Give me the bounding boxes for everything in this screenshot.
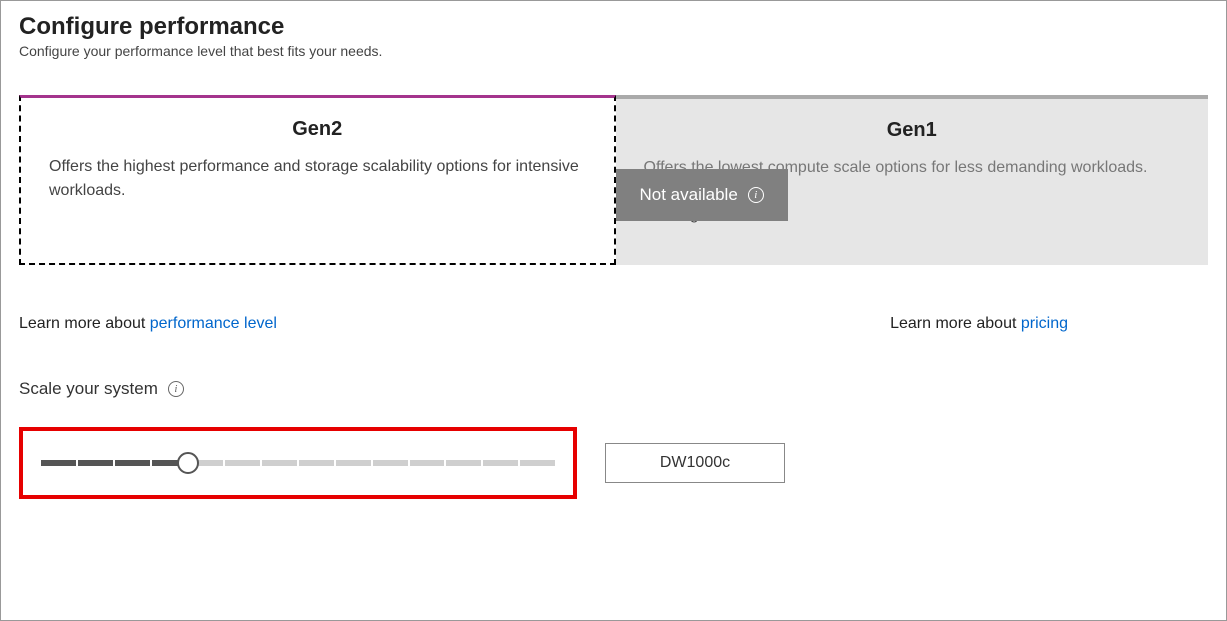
slider-segment: [520, 460, 555, 466]
tab-gen2-title: Gen2: [49, 118, 586, 141]
learn-pricing-prefix: Learn more about: [890, 315, 1021, 332]
scale-label: Scale your system: [19, 379, 158, 399]
learn-more-performance: Learn more about performance level: [19, 315, 277, 333]
learn-perf-prefix: Learn more about: [19, 315, 150, 332]
slider-segment: [78, 460, 113, 466]
slider-segment: [446, 460, 481, 466]
slider-segment: [262, 460, 297, 466]
learn-more-row: Learn more about performance level Learn…: [19, 315, 1208, 333]
scale-label-row: Scale your system: [19, 379, 1208, 399]
scale-slider[interactable]: [41, 459, 555, 467]
slider-segment: [299, 460, 334, 466]
scale-row: DW1000c: [19, 427, 1208, 499]
info-icon[interactable]: [168, 381, 184, 397]
not-available-overlay: Not available: [616, 169, 788, 221]
performance-level-link[interactable]: performance level: [150, 315, 277, 332]
page-title: Configure performance: [19, 13, 1208, 41]
tab-gen2-desc: Offers the highest performance and stora…: [49, 155, 586, 203]
slider-segment: [115, 460, 150, 466]
page-subtitle: Configure your performance level that be…: [19, 43, 1208, 59]
slider-segment: [41, 460, 76, 466]
tab-gen1-title: Gen1: [644, 119, 1181, 142]
info-icon[interactable]: [748, 187, 764, 203]
scale-value: DW1000c: [605, 443, 785, 483]
performance-tabs: Gen2 Offers the highest performance and …: [19, 95, 1208, 265]
slider-segment: [483, 460, 518, 466]
tab-gen2[interactable]: Gen2 Offers the highest performance and …: [19, 95, 616, 265]
pricing-link[interactable]: pricing: [1021, 315, 1068, 332]
not-available-label: Not available: [640, 185, 738, 205]
slider-segment: [410, 460, 445, 466]
slider-segment: [225, 460, 260, 466]
scale-slider-highlight: [19, 427, 577, 499]
slider-segment: [336, 460, 371, 466]
learn-more-pricing: Learn more about pricing: [890, 315, 1068, 333]
tab-gen1: Gen1 Offers the lowest compute scale opt…: [616, 95, 1209, 265]
slider-segment: [373, 460, 408, 466]
slider-handle[interactable]: [177, 452, 199, 474]
